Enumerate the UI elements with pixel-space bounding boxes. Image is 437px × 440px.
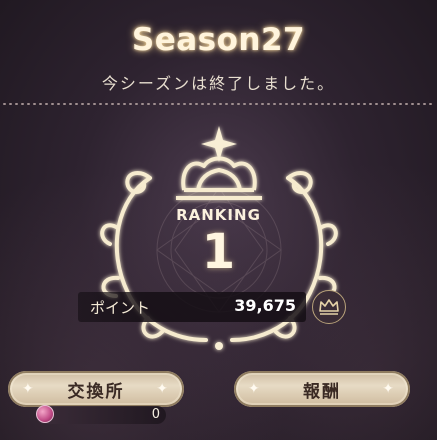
exchange-button[interactable]: ✦ 交換所 ✦ [8, 371, 184, 407]
points-value: 39,675 [234, 296, 296, 315]
ranking-crown-button[interactable] [312, 290, 346, 324]
sparkle-icon: ✦ [22, 381, 36, 397]
exchange-button-label: 交換所 [67, 381, 125, 402]
ranking-value: 1 [201, 224, 236, 280]
sparkle-icon: ✦ [248, 381, 262, 397]
season-status-text: 今シーズンは終了しました。 [101, 74, 336, 93]
crown-icon [319, 299, 339, 315]
dotted-divider [3, 103, 434, 105]
points-label: ポイント [90, 299, 151, 317]
reward-button[interactable]: ✦ 報酬 ✦ [234, 371, 410, 407]
reward-button-label: 報酬 [303, 381, 341, 402]
sparkle-icon: ✦ [156, 381, 170, 397]
season-title: Season27 [131, 22, 306, 58]
ranking-label: RANKING [176, 206, 261, 224]
currency-value: 0 [151, 407, 160, 422]
sparkle-icon: ✦ [382, 381, 396, 397]
pink-gem-icon [36, 405, 54, 423]
